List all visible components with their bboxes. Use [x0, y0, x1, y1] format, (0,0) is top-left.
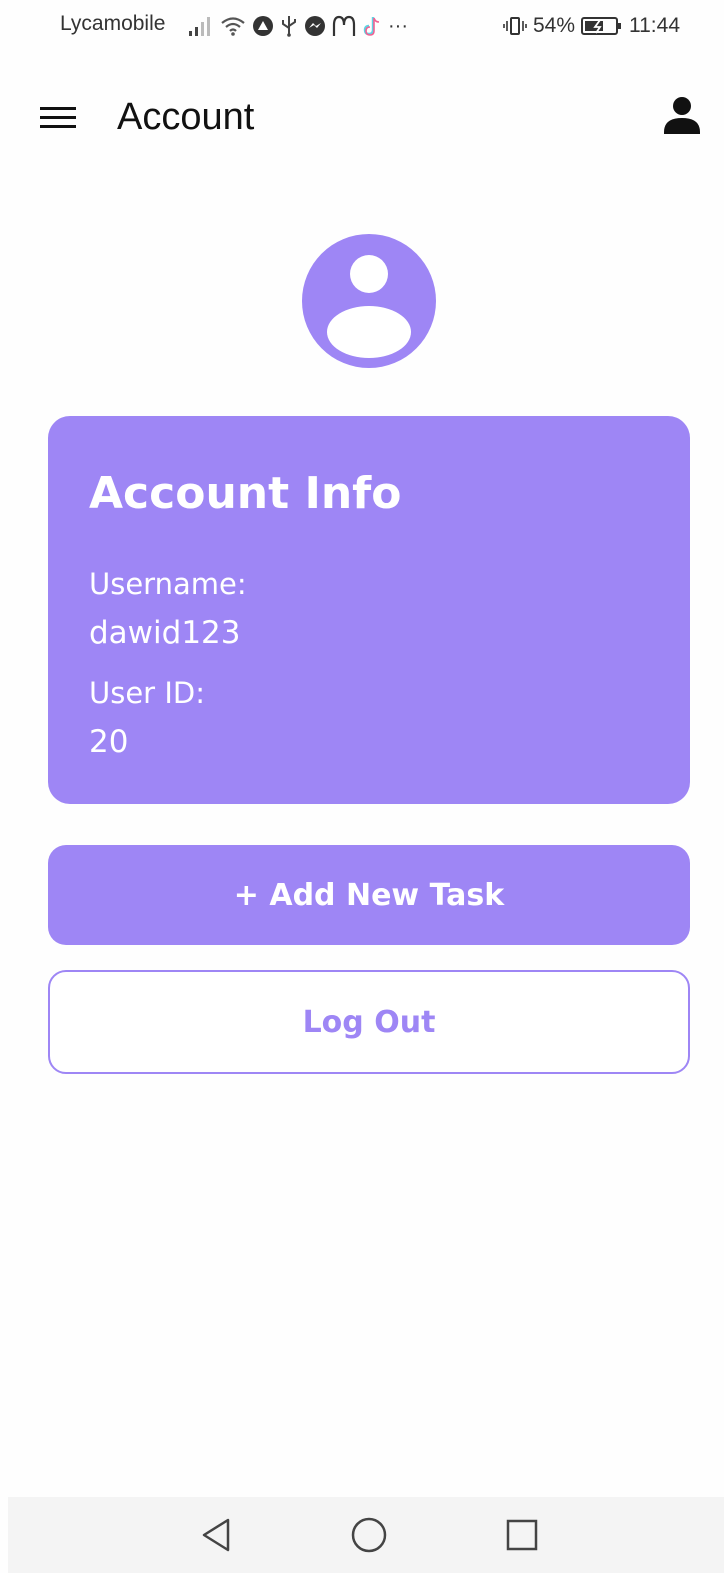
add-new-task-button[interactable]: + Add New Task: [48, 845, 690, 945]
back-icon[interactable]: [196, 1515, 236, 1555]
tiktok-icon: [363, 17, 380, 36]
account-info-card: Account Info Username: dawid123 User ID:…: [48, 416, 690, 804]
log-out-button[interactable]: Log Out: [48, 970, 690, 1074]
battery-percentage: 54%: [532, 14, 575, 37]
app-header: Account: [0, 80, 724, 156]
system-status: 54% 11:44: [503, 12, 680, 40]
recent-apps-icon[interactable]: [502, 1515, 542, 1555]
username-value: dawid123: [89, 615, 241, 651]
person-icon[interactable]: [660, 94, 704, 138]
user-avatar-icon: [327, 255, 411, 358]
page-title: Account: [117, 96, 255, 138]
system-navigation-bar: [8, 1497, 724, 1573]
wifi-icon: [221, 17, 245, 36]
messenger-icon: [305, 16, 325, 36]
card-title: Account Info: [89, 468, 402, 519]
username-label: Username:: [89, 567, 247, 601]
user-id-value: 20: [89, 724, 129, 760]
signal-icon: [189, 17, 210, 36]
notification-icons: ···: [188, 12, 408, 40]
carrier-name: Lycamobile: [60, 12, 166, 35]
user-id-label: User ID:: [89, 676, 205, 710]
vibrate-icon: [503, 17, 527, 35]
home-icon[interactable]: [349, 1515, 389, 1555]
usb-icon: [282, 16, 296, 37]
clock: 11:44: [629, 14, 680, 37]
avatar: [302, 234, 436, 368]
app-notification-icon: [253, 16, 273, 36]
mcdonalds-icon: [332, 15, 356, 36]
battery-charging-icon: [581, 17, 621, 35]
more-notifications-indicator: ···: [388, 14, 408, 37]
status-bar: Lycamobile ··· 54% 11:44: [0, 0, 724, 54]
hamburger-menu-icon[interactable]: [38, 102, 78, 134]
